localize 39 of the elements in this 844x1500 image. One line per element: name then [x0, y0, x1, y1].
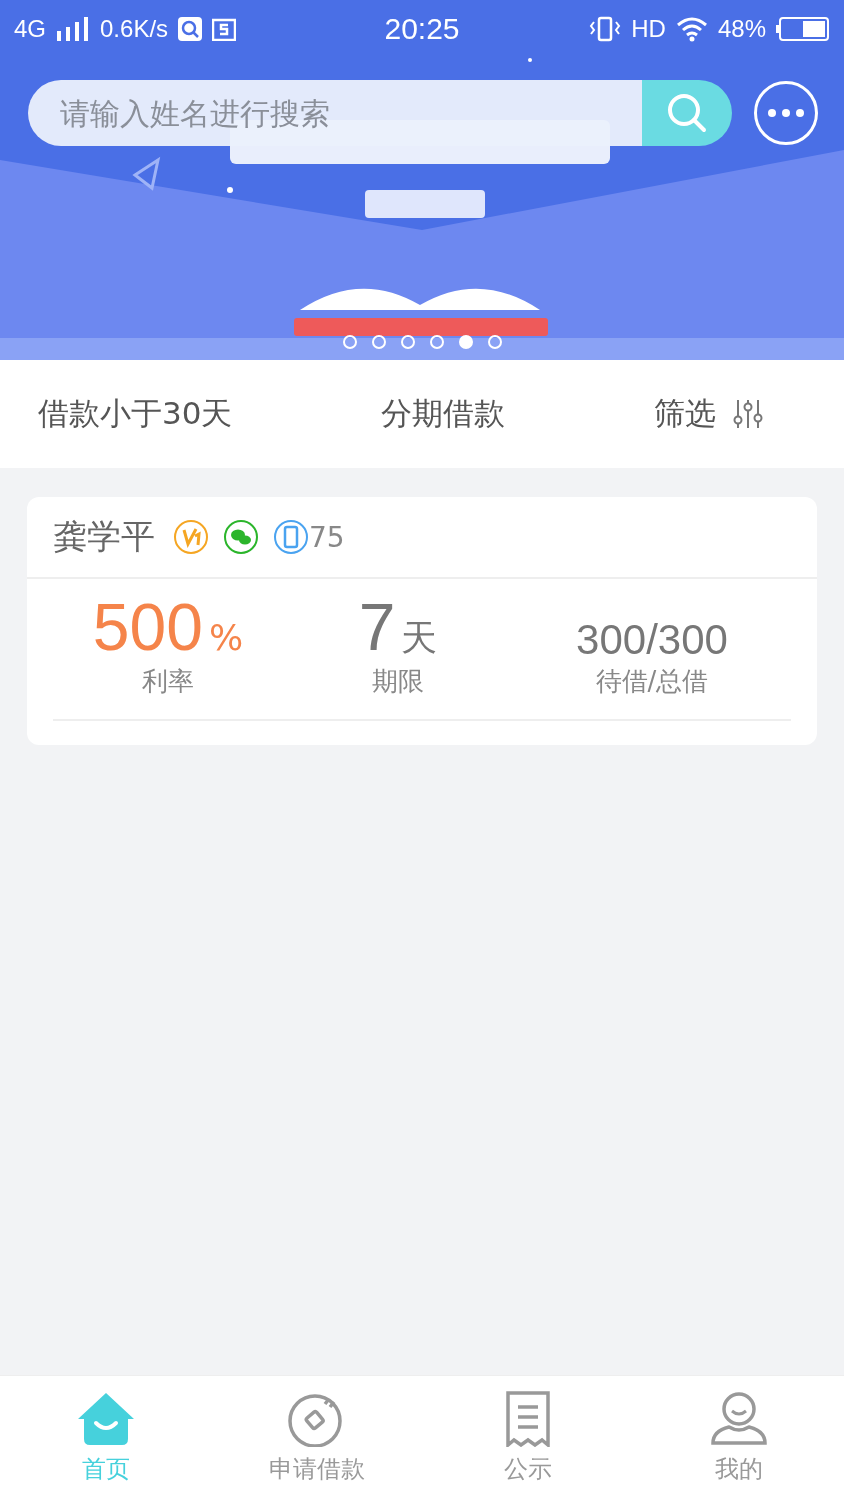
- phone-score: 75: [309, 520, 345, 554]
- network-speed: 0.6K/s: [100, 15, 169, 43]
- loan-card[interactable]: 龚学平 75 500% 利率 7 天 期限 300/300 待借/总借: [27, 497, 817, 745]
- filter-tab[interactable]: 借款小于30天: [38, 393, 233, 435]
- amount-value: 300/300: [576, 615, 728, 664]
- rate-label: 利率: [142, 664, 194, 698]
- clock: 20:25: [384, 12, 460, 46]
- filter-button[interactable]: 筛选: [654, 393, 764, 435]
- user-icon: [708, 1391, 769, 1447]
- search-button[interactable]: [642, 80, 732, 146]
- search-icon: [665, 91, 709, 135]
- signal-icon: [56, 17, 90, 41]
- hd-indicator: HD: [631, 15, 666, 43]
- search-field[interactable]: 请输入姓名进行搜索: [28, 80, 642, 146]
- term-value: 7: [358, 591, 396, 664]
- filter-tab[interactable]: 分期借款: [381, 393, 506, 435]
- wifi-icon: [675, 16, 708, 42]
- battery-icon: [776, 17, 830, 41]
- more-icon: [766, 108, 806, 118]
- term-unit: 天: [401, 616, 438, 660]
- amount-label: 待借/总借: [595, 664, 709, 698]
- network-type: 4G: [14, 15, 46, 43]
- nav-tab[interactable]: 我的: [658, 1391, 819, 1485]
- carousel-dot[interactable]: [400, 335, 415, 349]
- carousel-dot[interactable]: [487, 335, 502, 349]
- borrower-name: 龚学平: [53, 515, 155, 558]
- carousel-dot[interactable]: [342, 335, 357, 349]
- notification-icon: [212, 17, 237, 41]
- carousel-dot[interactable]: [429, 335, 444, 349]
- battery-level: 48%: [717, 15, 766, 43]
- nav-tab[interactable]: 公示: [447, 1391, 608, 1485]
- sliders-icon: [732, 398, 764, 430]
- rate-value: 500: [92, 591, 203, 664]
- term-label: 期限: [372, 664, 424, 698]
- rate-unit: %: [208, 617, 244, 658]
- more-button[interactable]: [754, 81, 818, 145]
- carousel-dot[interactable]: [371, 335, 386, 349]
- search-app-icon: [178, 17, 203, 41]
- vibrate-icon: [589, 16, 622, 42]
